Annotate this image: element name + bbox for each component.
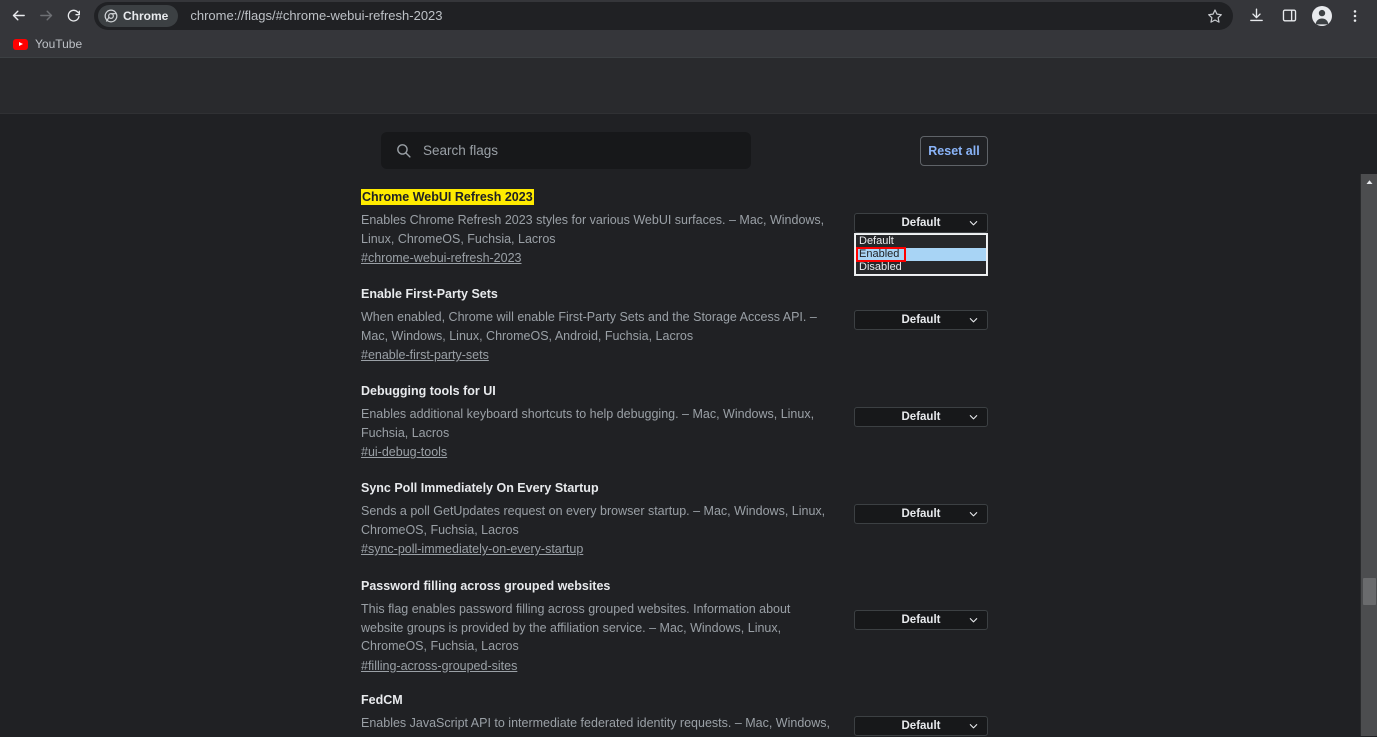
chrome-menu-button[interactable] <box>1341 2 1369 30</box>
omnibox[interactable]: Chrome chrome://flags/#chrome-webui-refr… <box>94 1 1233 30</box>
back-button[interactable] <box>4 2 32 30</box>
flag-select-value: Default <box>901 314 941 326</box>
flag-select[interactable]: Default <box>854 716 988 736</box>
omnibox-chip-label: Chrome <box>123 8 169 23</box>
bookmarks-bar: YouTube <box>0 31 1377 58</box>
omnibox-chrome-chip: Chrome <box>98 4 179 27</box>
flag-select[interactable]: Default <box>854 407 988 427</box>
flag-description: Sends a poll GetUpdates request on every… <box>361 504 826 537</box>
flag-description: Enables JavaScript API to intermediate f… <box>361 716 830 736</box>
dropdown-option-disabled[interactable]: Disabled <box>856 261 986 274</box>
flag-info: Chrome WebUI Refresh 2023 Enables Chrome… <box>361 188 861 267</box>
bookmark-label: YouTube <box>35 37 83 51</box>
side-panel-button[interactable] <box>1275 2 1303 30</box>
flag-info: Password filling across grouped websites… <box>361 577 861 675</box>
caret-up-icon <box>1366 180 1373 184</box>
flag-select[interactable]: Default <box>854 213 988 233</box>
flag-permalink[interactable]: #chrome-webui-refresh-2023 <box>361 251 522 265</box>
reload-button[interactable] <box>60 2 88 30</box>
bookmark-star-button[interactable] <box>1203 4 1227 28</box>
chevron-down-icon <box>969 618 978 623</box>
flag-title: Enable First-Party Sets <box>361 287 498 301</box>
back-arrow-icon <box>12 10 25 21</box>
search-flags-box[interactable] <box>381 132 751 169</box>
reload-arrow-icon <box>67 9 80 22</box>
dropdown-option-label: Disabled <box>859 261 902 273</box>
flag-title: Password filling across grouped websites <box>361 579 611 593</box>
youtube-favicon-icon <box>13 38 28 50</box>
flag-select[interactable]: Default <box>854 610 988 630</box>
flag-select[interactable]: Default <box>854 504 988 524</box>
flag-info: Sync Poll Immediately On Every Startup S… <box>361 479 861 558</box>
flag-info: FedCM Enables JavaScript API to intermed… <box>361 691 861 736</box>
bookmark-youtube[interactable]: YouTube <box>6 34 89 54</box>
flag-description: This flag enables password filling acros… <box>361 602 791 653</box>
dropdown-option-default[interactable]: Default <box>856 235 986 248</box>
chevron-down-icon <box>969 512 978 517</box>
profile-button[interactable] <box>1308 2 1336 30</box>
flag-title: Chrome WebUI Refresh 2023 <box>361 189 534 205</box>
flag-select-value: Default <box>901 720 941 732</box>
scroll-up-button[interactable] <box>1361 174 1377 191</box>
flag-info: Debugging tools for UI Enables additiona… <box>361 382 861 461</box>
flags-header <box>0 58 1377 114</box>
flag-select-value: Default <box>901 411 941 423</box>
flag-title: Sync Poll Immediately On Every Startup <box>361 481 599 495</box>
reset-all-button[interactable]: Reset all <box>920 136 988 166</box>
flag-permalink[interactable]: #ui-debug-tools <box>361 445 447 459</box>
flag-permalink[interactable]: #enable-first-party-sets <box>361 348 489 362</box>
flag-description: Enables additional keyboard shortcuts to… <box>361 407 815 440</box>
three-dot-menu-icon <box>1353 9 1357 22</box>
download-icon <box>1249 8 1263 22</box>
avatar <box>1312 5 1332 26</box>
chrome-flags-page: Reset all Chrome WebUI Refresh 2023 Enab… <box>0 58 1377 736</box>
search-icon <box>397 144 411 158</box>
chevron-down-icon <box>969 724 978 729</box>
flag-info: Enable First-Party Sets When enabled, Ch… <box>361 285 861 364</box>
scrollbar-thumb[interactable] <box>1363 578 1376 605</box>
flag-title: FedCM <box>361 693 403 707</box>
dropdown-option-enabled[interactable]: Enabled <box>856 247 986 262</box>
flag-select[interactable]: Default <box>854 310 988 330</box>
side-panel-icon <box>1282 9 1296 22</box>
flag-select-value: Default <box>901 508 941 520</box>
downloads-button[interactable] <box>1242 2 1270 30</box>
flag-dropdown-options[interactable]: Default Enabled Disabled <box>854 233 988 276</box>
flag-permalink[interactable]: #sync-poll-immediately-on-every-startup <box>361 542 583 556</box>
forward-arrow-icon <box>39 10 52 21</box>
flags-card: Chrome WebUI Refresh 2023 Enables Chrome… <box>0 174 1010 736</box>
flag-title: Debugging tools for UI <box>361 384 496 398</box>
browser-toolbar: Chrome chrome://flags/#chrome-webui-refr… <box>0 0 1377 31</box>
chevron-down-icon <box>969 318 978 323</box>
flag-description: When enabled, Chrome will enable First-P… <box>361 310 817 343</box>
flags-list-container: Chrome WebUI Refresh 2023 Enables Chrome… <box>0 174 1377 736</box>
omnibox-url-text: chrome://flags/#chrome-webui-refresh-202… <box>190 8 443 23</box>
dropdown-option-label: Enabled <box>859 248 900 260</box>
forward-button[interactable] <box>32 2 60 30</box>
dropdown-option-label: Default <box>859 235 894 247</box>
star-icon <box>1208 8 1222 23</box>
chevron-down-icon <box>969 221 978 226</box>
flag-permalink[interactable]: #filling-across-grouped-sites <box>361 659 517 673</box>
flag-select-value: Default <box>901 614 941 626</box>
person-icon <box>1315 9 1329 24</box>
chrome-logo-icon <box>104 9 118 22</box>
chevron-down-icon <box>969 415 978 420</box>
page-scrollbar[interactable] <box>1360 174 1377 736</box>
search-input[interactable] <box>423 143 723 158</box>
flag-description: Enables Chrome Refresh 2023 styles for v… <box>361 213 825 246</box>
flag-select-value: Default <box>901 217 941 229</box>
